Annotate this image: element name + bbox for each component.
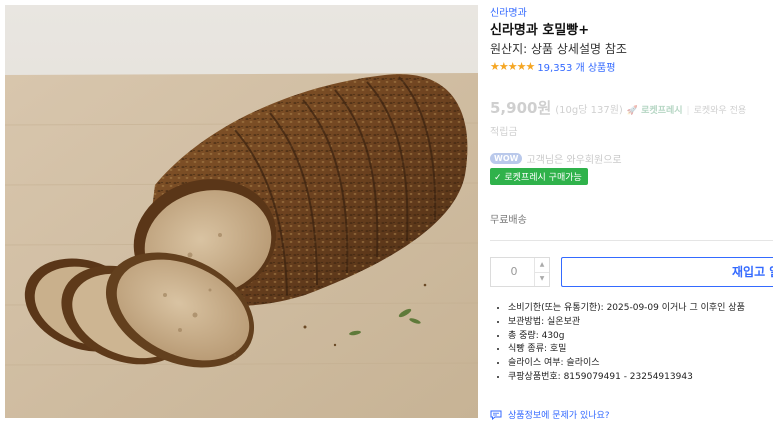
unit-price: (10g당 137원) (555, 105, 623, 116)
spec-item: 총 중량: 430g (508, 330, 773, 344)
quantity-stepper[interactable]: 0 ▲ ▼ (490, 257, 550, 287)
spec-list: 소비기한(또는 유통기한): 2025-09-09 이거나 그 이후인 상품 보… (490, 302, 773, 385)
rocket-wow-note: 로켓와우 전용 (693, 106, 747, 116)
points-label: 적립금 (490, 127, 518, 138)
rocket-fresh-badge: 🚀 로켓프레시 (626, 106, 683, 116)
chat-report-icon (490, 410, 502, 420)
restock-alert-button[interactable]: 재입고 알림 (561, 257, 773, 287)
product-image[interactable] (4, 5, 479, 418)
price: 5,900원 (490, 99, 552, 117)
origin-text: 원산지: 상품 상세설명 참조 (490, 42, 627, 56)
shipping-label: 무료배송 (490, 215, 527, 226)
wow-badge: WOW (490, 153, 523, 164)
wow-row: WOW 고객님은 와우회원으로 (490, 151, 622, 166)
spec-item: 소비기한(또는 유통기한): 2025-09-09 이거나 그 이후인 상품 (508, 302, 773, 316)
report-text[interactable]: 상품정보에 문제가 있나요? (508, 408, 610, 421)
quantity-down-icon[interactable]: ▼ (534, 272, 549, 286)
spec-item: 쿠팡상품번호: 8159079491 - 23254913943 (508, 371, 773, 385)
spec-item: 보관방법: 실온보관 (508, 316, 773, 330)
star-rating-icon: ★★★★★ (490, 60, 535, 73)
spec-item: 식빵 종류: 호밀 (508, 343, 773, 357)
quantity-up-icon[interactable]: ▲ (534, 258, 549, 273)
report-issue-link[interactable]: 상품정보에 문제가 있나요? (490, 408, 610, 421)
separator: | (686, 106, 690, 116)
product-title: 신라명과 호밀빵+ (490, 23, 590, 38)
review-count-link[interactable]: 19,353 개 상품평 (537, 59, 615, 74)
quantity-input[interactable]: 0 (491, 258, 537, 286)
spec-item: 슬라이스 여부: 슬라이스 (508, 357, 773, 371)
brand-link[interactable]: 신라명과 (490, 4, 527, 19)
price-row: 5,900원 (10g당 137원) 🚀 로켓프레시 | 로켓와우 전용 (490, 97, 746, 118)
divider (490, 240, 773, 241)
rating-row[interactable]: ★★★★★ 19,353 개 상품평 (490, 59, 615, 74)
wow-text: 고객님은 와우회원으로 (526, 155, 622, 166)
rocket-fresh-available-chip: ✓ 로켓프레시 구매가능 (490, 168, 588, 185)
bread-photo-icon (4, 5, 479, 418)
product-info-panel: 신라명과 신라명과 호밀빵+ 원산지: 상품 상세설명 참조 ★★★★★ 19,… (490, 0, 773, 425)
